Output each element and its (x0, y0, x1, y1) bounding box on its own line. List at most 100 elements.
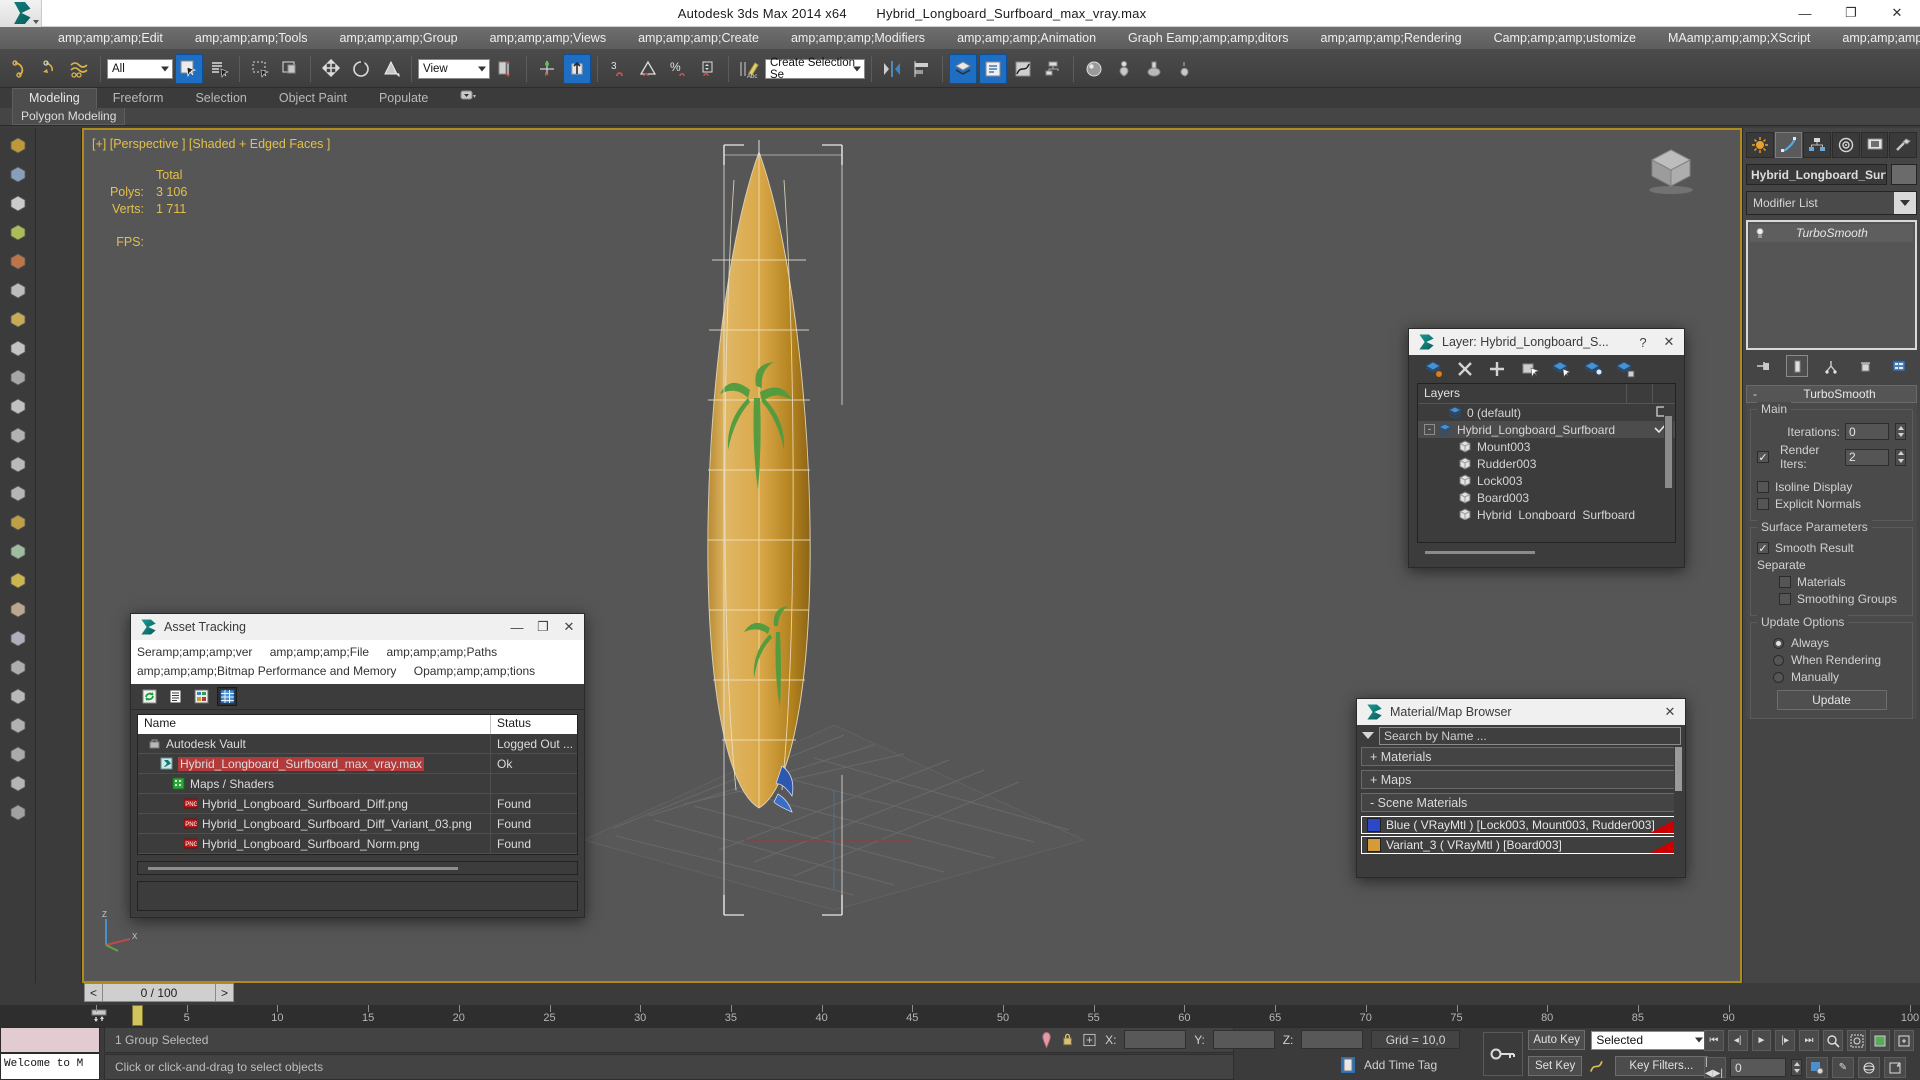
key-mode-combo[interactable]: Selected (1591, 1030, 1708, 1050)
create-new-layer-icon[interactable] (1423, 359, 1443, 379)
menu-item-7[interactable]: Graph Eamp;amp;amp;ditors (1112, 31, 1305, 45)
angle-snap-icon[interactable] (634, 54, 662, 84)
menu-item-10[interactable]: MAamp;amp;amp;XScript (1652, 31, 1826, 45)
box-icon[interactable] (3, 132, 33, 158)
star-icon[interactable] (3, 567, 33, 593)
select-object-icon[interactable] (175, 53, 203, 84)
snap-3d-icon[interactable]: 3 (604, 54, 632, 84)
table-row[interactable]: PNG Hybrid_Longboard_Surfboard_Diff.png Fo… (138, 793, 577, 814)
display-tab[interactable] (1860, 132, 1889, 158)
torus-icon[interactable] (3, 422, 33, 448)
separate-materials-checkbox[interactable] (1779, 576, 1791, 588)
grid-view-icon[interactable] (217, 687, 237, 706)
update-always-radio[interactable] (1773, 637, 1784, 649)
list-item[interactable]: Blue ( VRayMtl ) [Lock003, Mount003, Rud… (1361, 816, 1681, 834)
reference-coordinate-combo[interactable]: View (418, 58, 490, 79)
time-slider[interactable]: < 0 / 100 > (84, 983, 1442, 1003)
undo-icon[interactable] (6, 54, 34, 84)
light-icon[interactable] (3, 190, 33, 216)
create-tab[interactable] (1746, 132, 1774, 158)
pyramid-icon[interactable] (3, 451, 33, 477)
isoline-display-checkbox[interactable] (1757, 481, 1769, 493)
menu-item-2[interactable]: amp;amp;amp;Group (323, 31, 473, 45)
gengon-icon[interactable] (3, 712, 33, 738)
cylinder-icon[interactable] (3, 364, 33, 390)
layer-vscrollbar[interactable] (1664, 406, 1673, 518)
refresh-icon[interactable] (139, 687, 159, 706)
asset-tracking-titlebar[interactable]: Asset Tracking — ❐ ✕ (131, 614, 584, 640)
asset-tracking-grid[interactable]: Name Status Autodesk Vault Logged Out ...… (137, 714, 578, 855)
modifier-list-dropdown[interactable]: Modifier List (1746, 191, 1917, 215)
z-field[interactable] (1301, 1030, 1364, 1049)
hose-icon[interactable] (3, 596, 33, 622)
zoom-icon[interactable] (1822, 1030, 1843, 1051)
material-browser-vscrollbar[interactable] (1674, 747, 1683, 867)
go-to-start-icon[interactable]: ⏮ (1704, 1030, 1724, 1051)
add-time-tag-label[interactable]: Add Time Tag (1364, 1058, 1437, 1072)
spinner-snap-icon[interactable] (694, 54, 722, 84)
frame-spinner-arrows[interactable] (1791, 1059, 1802, 1076)
teapot-icon[interactable] (3, 306, 33, 332)
explicit-normals-checkbox[interactable] (1757, 498, 1769, 510)
iterations-field[interactable]: 0 (1845, 423, 1889, 440)
camera-icon[interactable] (3, 161, 33, 187)
configure-modifier-sets-icon[interactable] (1889, 355, 1911, 377)
scene-explorer-icon[interactable] (979, 53, 1007, 84)
chevron-down-icon[interactable] (1894, 192, 1916, 214)
layer-row[interactable]: 0 (default) (1418, 404, 1675, 421)
vscroll-thumb[interactable] (1665, 416, 1672, 488)
modifier-stack[interactable]: TurboSmooth (1746, 220, 1917, 350)
capsule-icon[interactable] (3, 654, 33, 680)
delete-layer-icon[interactable] (1455, 359, 1475, 379)
menu-item-5[interactable]: amp;amp;amp;Modifiers (775, 31, 941, 45)
table-row[interactable]: Maps / Shaders (138, 773, 577, 794)
vscroll-thumb[interactable] (1675, 747, 1682, 791)
asset-menu-paths[interactable]: amp;amp;amp;Paths (386, 645, 497, 659)
asset-close-button[interactable]: ✕ (556, 615, 582, 639)
material-map-browser-window[interactable]: Material/Map Browser ✕ Search by Name ..… (1356, 698, 1686, 878)
view-cube[interactable] (1640, 142, 1702, 194)
show-end-result-icon[interactable] (1786, 355, 1809, 377)
layer-row[interactable]: Lock003 (1418, 472, 1675, 489)
group-materials[interactable]: + Materials (1361, 747, 1681, 766)
material-browser-close-button[interactable]: ✕ (1657, 700, 1683, 724)
select-and-move-icon[interactable] (317, 54, 345, 84)
asset-menu-file[interactable]: amp;amp;amp;File (270, 645, 369, 659)
previous-frame-icon[interactable]: ◂| (1727, 1030, 1748, 1051)
named-selection-set-combo[interactable]: Create Selection Se (765, 57, 865, 81)
layer-titlebar[interactable]: Layer: Hybrid_Longboard_S... ? ✕ (1409, 329, 1684, 355)
maximize-button[interactable]: ❐ (1828, 0, 1874, 27)
key-mode-toggle[interactable] (1483, 1032, 1523, 1076)
go-to-end-icon[interactable]: ⏭ (1799, 1030, 1819, 1051)
select-highlighted-objects-icon[interactable] (1551, 359, 1571, 379)
hierarchy-tab[interactable] (1803, 132, 1832, 158)
menu-item-3[interactable]: amp;amp;amp;Views (474, 31, 623, 45)
plane-icon[interactable] (3, 480, 33, 506)
use-pivot-point-center-icon[interactable] (492, 54, 520, 84)
text-icon[interactable] (3, 509, 33, 535)
snaps-toggle-icon[interactable] (563, 53, 591, 84)
list-item[interactable]: Variant_3 ( VRayMtl ) [Board003] (1361, 836, 1681, 854)
redo-icon[interactable] (36, 54, 64, 84)
object-name-field[interactable]: Hybrid_Longboard_Surfb (1746, 164, 1887, 185)
browser-options-icon[interactable] (1361, 729, 1375, 743)
table-row[interactable]: Hybrid_Longboard_Surfboard_max_vray.max O… (138, 753, 577, 774)
select-by-name-icon[interactable] (205, 54, 233, 84)
add-selection-to-layer-icon[interactable] (1487, 359, 1507, 379)
ribbon-tab-populate[interactable]: Populate (363, 89, 444, 108)
next-frame-button[interactable]: > (215, 984, 233, 1001)
expand-collapse-icon[interactable]: - (1424, 424, 1435, 435)
key-step-icon[interactable]: |◀▶| (1704, 1057, 1726, 1079)
asset-grid-hscrollbar[interactable] (137, 861, 578, 875)
layer-hscrollbar[interactable] (1419, 549, 1674, 556)
column-header-status[interactable]: Status (491, 715, 577, 734)
time-ruler[interactable]: 5 10 15 20 25 30 35 40 45 50 55 60 65 70 75 80 85 90 95 100 (86, 1005, 1920, 1027)
material-editor-icon[interactable] (1080, 54, 1108, 84)
listener-output-line[interactable]: Welcome to M (0, 1053, 100, 1080)
layer-close-button[interactable]: ✕ (1656, 330, 1682, 354)
zoom-all-icon[interactable] (1846, 1030, 1867, 1051)
update-manually-radio[interactable] (1773, 671, 1784, 683)
zoom-region-icon[interactable] (1894, 1030, 1915, 1051)
layer-window[interactable]: Layer: Hybrid_Longboard_S... ? ✕ Layers … (1408, 328, 1685, 568)
menu-item-4[interactable]: amp;amp;amp;Create (622, 31, 775, 45)
